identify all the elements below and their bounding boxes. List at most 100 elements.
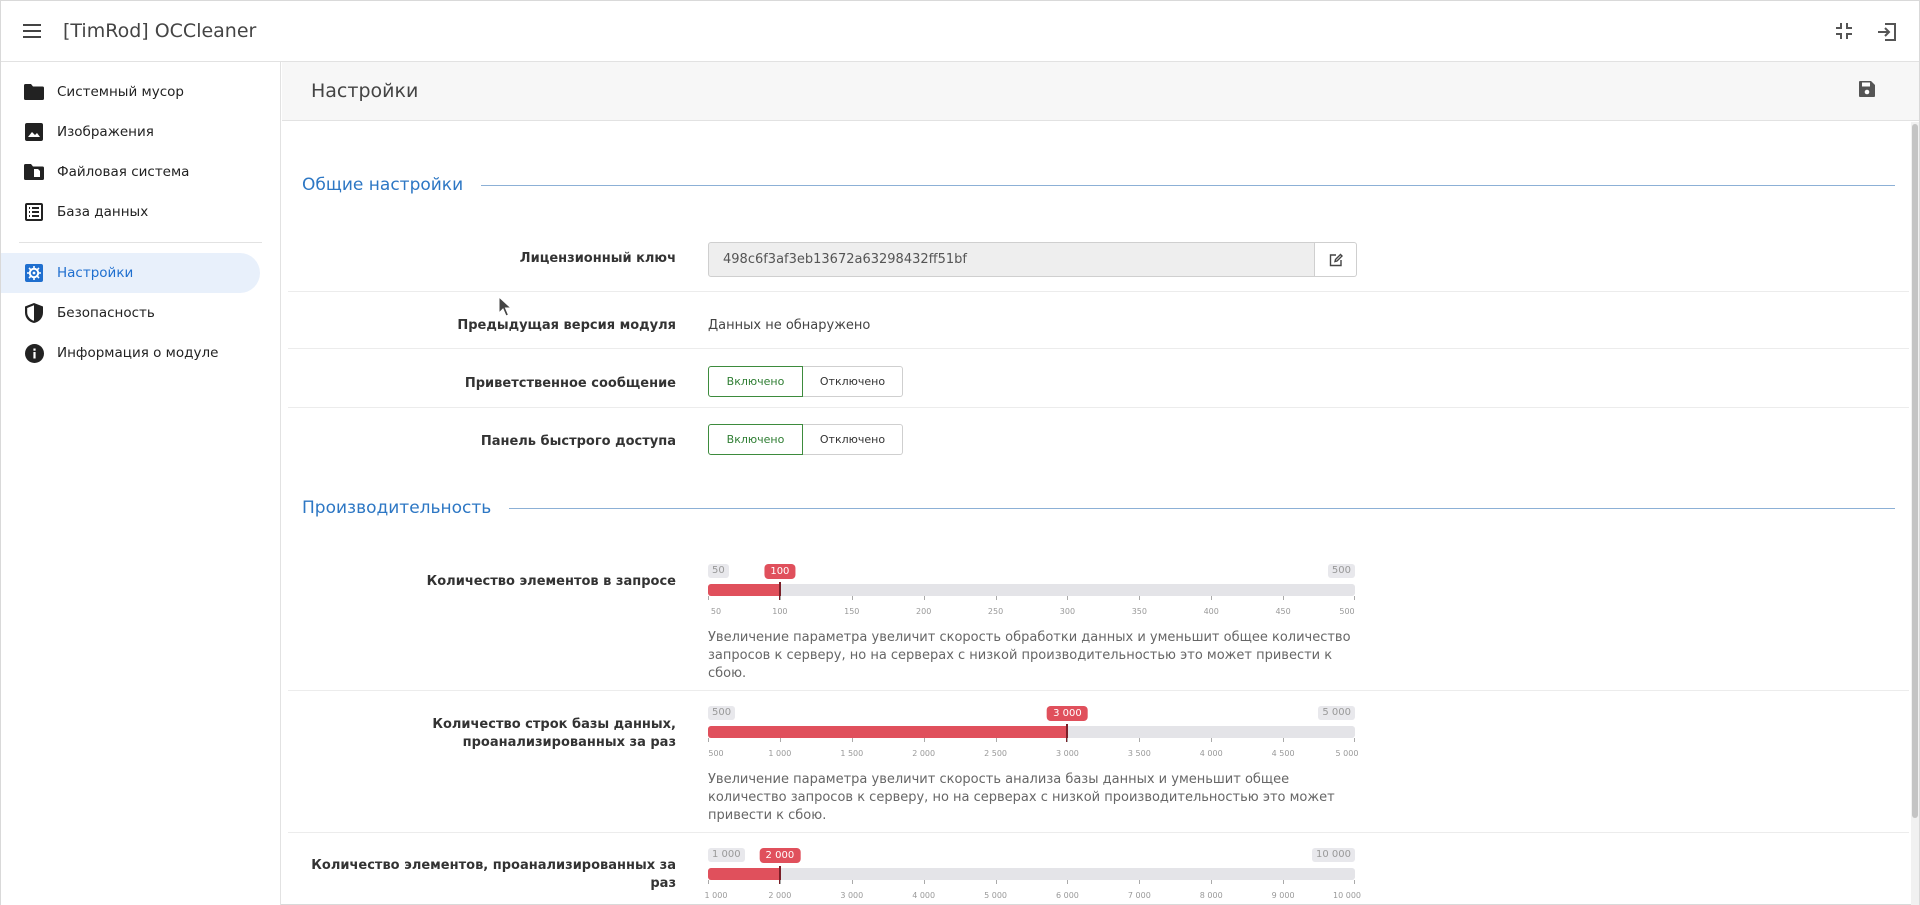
slider-tick-label: 400 (1203, 607, 1219, 616)
db-rows-per-pass-slider[interactable]: 500 5 000 3 000 500 1 000 1 500 2 000 2 500 3 00… (708, 706, 1358, 766)
quick-panel-on-button[interactable]: Включено (708, 424, 803, 455)
slider-tick (1067, 596, 1069, 600)
slider-tick-label: 300 (1059, 607, 1076, 616)
folder-file-icon (23, 161, 45, 183)
app-title: [TimRod] OCCleaner (63, 20, 257, 42)
performance-title: Производительность (302, 498, 492, 518)
slider-tick (1067, 880, 1069, 884)
scrollbar-thumb[interactable] (1912, 124, 1918, 818)
settings-content: Настройки Общие настройки Лицензионный к… (282, 62, 1919, 905)
slider-tick (708, 596, 709, 600)
welcome-on-button[interactable]: Включено (708, 366, 803, 397)
slider-tick-label: 150 (844, 607, 860, 616)
sidebar-item-label: Изображения (57, 124, 154, 140)
slider-tick-label: 3 500 (1127, 749, 1151, 758)
row-divider (288, 348, 1909, 349)
slider-tick (1211, 738, 1213, 742)
slider-tick-label: 1 500 (840, 749, 864, 758)
slider-tick-label: 2 500 (984, 749, 1007, 758)
slider-tick (995, 738, 997, 742)
slider-tick (708, 880, 709, 884)
slider-tick-label: 500 (708, 749, 724, 758)
slider-tick-label: 5 000 (984, 891, 1007, 900)
slider-tick-label: 9 000 (1271, 891, 1295, 900)
menu-icon[interactable] (1, 1, 63, 62)
slider-fill (708, 868, 780, 880)
slider-tick (1139, 880, 1141, 884)
sidebar-divider (19, 242, 262, 243)
logout-icon[interactable] (1877, 22, 1897, 42)
slider-max-label: 5 000 (1318, 706, 1355, 720)
save-icon[interactable] (1859, 81, 1879, 101)
slider-tick (1139, 596, 1141, 600)
general-settings-title: Общие настройки (302, 175, 464, 195)
slider-tick-label: 3 000 (1055, 749, 1079, 758)
slider-value-badge: 100 (764, 564, 796, 579)
slider-tick-label: 1 000 (704, 891, 728, 900)
sidebar: Системный мусор Изображения Файловая сис… (1, 62, 281, 905)
slider-tick-label: 4 500 (1271, 749, 1295, 758)
slider-fill (708, 726, 1068, 738)
gear-icon (23, 262, 45, 284)
sidebar-item-database[interactable]: База данных (1, 192, 260, 232)
slider-max-label: 500 (1327, 564, 1355, 578)
slider-tick-label: 200 (916, 607, 932, 616)
slider-tick (1283, 596, 1285, 600)
items-per-request-slider[interactable]: 50 500 100 50 100 150 200 250 300 350 400 450 500 (708, 564, 1355, 624)
items-per-pass-slider[interactable]: 1 000 10 000 2 000 1 000 2 000 3 000 4 000 5 00… (704, 848, 1361, 905)
quick-panel-off-button[interactable]: Отключено (803, 424, 903, 455)
image-icon (23, 121, 45, 143)
slider-tick (779, 738, 781, 742)
general-settings-legend: Общие настройки (302, 175, 1895, 195)
slider-tick-label: 2 000 (912, 749, 936, 758)
slider-tick (923, 880, 925, 884)
slider-tick (1283, 880, 1285, 884)
slider-tick-label: 5 000 (1335, 749, 1359, 758)
slider-tick (1354, 596, 1355, 600)
sidebar-item-label: Системный мусор (57, 84, 184, 100)
prev-version-value: Данных не обнаружено (708, 318, 871, 333)
slider-tick (779, 596, 781, 600)
performance-legend: Производительность (302, 498, 1895, 518)
mouse-cursor-icon (498, 296, 512, 317)
slider-tick-label: 7 000 (1127, 891, 1151, 900)
slider-tick-label: 250 (987, 607, 1004, 616)
row-divider (288, 832, 1909, 833)
slider-min-label: 50 (708, 564, 729, 578)
sidebar-item-label: Информация о модуле (57, 345, 219, 361)
sidebar-item-module-info[interactable]: Информация о модуле (1, 333, 260, 373)
slider-tick-label: 350 (1131, 607, 1147, 616)
slider-track (708, 584, 1355, 596)
slider-tick (995, 880, 997, 884)
slider-tick (1211, 880, 1213, 884)
legend-divider (509, 507, 1895, 509)
slider-tick-label: 50 (710, 607, 722, 616)
welcome-off-button[interactable]: Отключено (803, 366, 903, 397)
row-divider (288, 291, 1909, 292)
slider-tick (923, 738, 925, 742)
sidebar-item-label: База данных (57, 204, 149, 220)
list-icon (23, 201, 45, 223)
collapse-icon[interactable] (1835, 22, 1855, 42)
slider-tick-label: 450 (1275, 607, 1291, 616)
slider-tick-label: 4 000 (912, 891, 936, 900)
license-key-group (708, 242, 1357, 277)
slider-tick-label: 8 000 (1199, 891, 1223, 900)
slider-value-badge: 3 000 (1047, 706, 1088, 721)
quick-panel-label: Панель быстрого доступа (480, 434, 676, 449)
slider-tick (1211, 596, 1213, 600)
welcome-message-label: Приветственное сообщение (464, 376, 676, 391)
license-key-input[interactable] (708, 242, 1315, 277)
prev-version-label: Предыдущая версия модуля (457, 318, 676, 333)
sidebar-item-images[interactable]: Изображения (1, 112, 260, 152)
slider-value-badge: 2 000 (759, 848, 801, 863)
slider-tick (923, 596, 925, 600)
sidebar-item-settings[interactable]: Настройки (1, 253, 260, 293)
sidebar-item-system-trash[interactable]: Системный мусор (1, 72, 260, 112)
slider-tick (995, 596, 997, 600)
sidebar-item-filesystem[interactable]: Файловая система (1, 152, 260, 192)
sidebar-item-security[interactable]: Безопасность (1, 293, 260, 333)
app-window: [TimRod] OCCleaner Системный мусор Изобр… (0, 0, 1920, 905)
edit-icon[interactable] (1315, 242, 1357, 277)
slider-tick (1354, 880, 1355, 884)
